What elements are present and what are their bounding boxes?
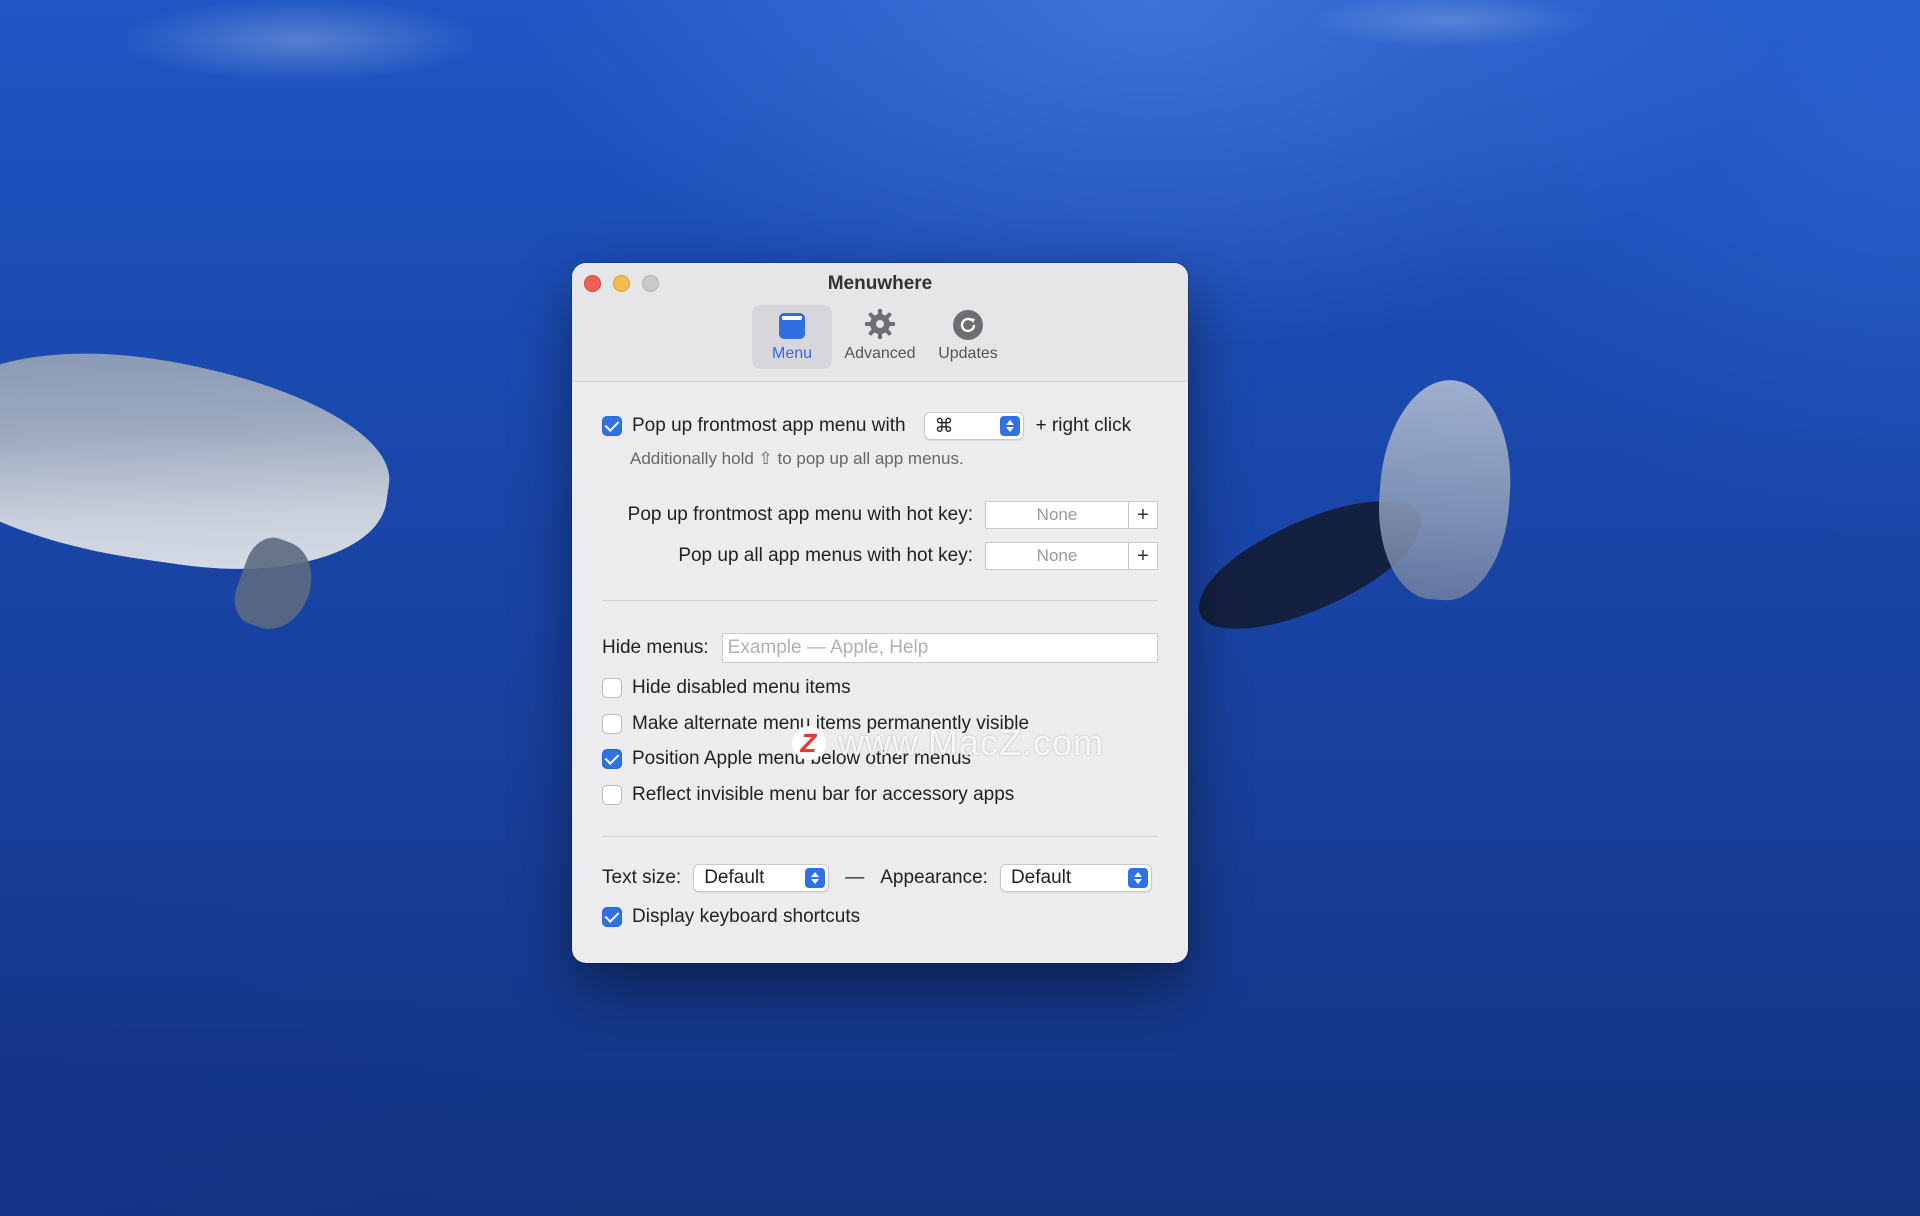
- tab-updates-label: Updates: [938, 345, 998, 362]
- divider: [602, 600, 1158, 601]
- option-label: Hide disabled menu items: [632, 677, 851, 698]
- modifier-value: ⌘: [934, 415, 954, 437]
- hotkey-all-value[interactable]: None: [986, 543, 1129, 569]
- hide-menus-row: Hide menus:: [602, 633, 1158, 663]
- tab-advanced[interactable]: Advanced: [840, 305, 920, 369]
- tab-menu-label: Menu: [771, 345, 813, 362]
- display-row: Text size: Default — Appearance: Default: [602, 864, 1158, 892]
- hotkey-all-field[interactable]: None +: [985, 542, 1158, 570]
- tab-updates[interactable]: Updates: [928, 305, 1008, 369]
- appearance-select[interactable]: Default: [999, 864, 1152, 892]
- hotkey-frontmost-value[interactable]: None: [986, 502, 1129, 528]
- select-arrows-icon: [1127, 868, 1148, 888]
- popup-row: Pop up frontmost app menu with ⌘ + right…: [602, 412, 1158, 440]
- text-size-value: Default: [704, 867, 765, 888]
- dolphin-right: [1372, 375, 1518, 605]
- hide-disabled-checkbox[interactable]: [602, 678, 622, 698]
- hotkey-all-row: Pop up all app menus with hot key: None …: [602, 542, 1158, 570]
- toolbar-tabs: Menu Advanced Updates: [572, 305, 1188, 369]
- water-surface: [0, 0, 1920, 300]
- preferences-window: Menuwhere Menu Advanced Updates Pop up f…: [572, 263, 1188, 963]
- window-title: Menuwhere: [827, 273, 933, 294]
- watermark-logo-icon: Z: [792, 726, 826, 760]
- tab-menu[interactable]: Menu: [752, 305, 832, 369]
- refresh-icon: [953, 310, 983, 340]
- watermark: Z www.MacZ.com: [792, 722, 1104, 764]
- titlebar: Menuwhere Menu Advanced Updates: [572, 263, 1188, 382]
- reflect-invisible-checkbox[interactable]: [602, 785, 622, 805]
- alternate-items-checkbox[interactable]: [602, 714, 622, 734]
- right-click-label: + right click: [1035, 415, 1132, 436]
- hotkey-all-label: Pop up all app menus with hot key:: [678, 545, 973, 566]
- modifier-select[interactable]: ⌘: [923, 412, 1024, 440]
- tab-advanced-label: Advanced: [844, 345, 916, 362]
- text-size-select[interactable]: Default: [693, 864, 830, 892]
- watermark-text: www.MacZ.com: [838, 722, 1105, 763]
- shift-hint: Additionally hold ⇧ to pop up all app me…: [630, 449, 964, 468]
- display-shortcuts-checkbox[interactable]: [602, 907, 622, 927]
- option-row: Reflect invisible menu bar for accessory…: [602, 784, 1158, 806]
- hide-menus-input[interactable]: [721, 633, 1158, 663]
- select-arrows-icon: [999, 416, 1020, 436]
- appearance-label: Appearance:: [880, 867, 988, 888]
- apple-menu-position-checkbox[interactable]: [602, 749, 622, 769]
- option-label: Reflect invisible menu bar for accessory…: [632, 784, 1015, 805]
- menu-window-icon: [779, 313, 805, 339]
- select-arrows-icon: [805, 868, 826, 888]
- shortcuts-row: Display keyboard shortcuts: [602, 906, 1158, 928]
- popup-label: Pop up frontmost app menu with: [632, 415, 906, 436]
- hotkey-frontmost-field[interactable]: None +: [985, 501, 1158, 529]
- hotkey-all-add-button[interactable]: +: [1129, 543, 1157, 569]
- popup-checkbox[interactable]: [602, 416, 622, 436]
- gear-icon: [865, 309, 895, 339]
- separator-dash: —: [845, 867, 865, 888]
- option-row: Hide disabled menu items: [602, 677, 1158, 699]
- display-shortcuts-label: Display keyboard shortcuts: [632, 906, 861, 927]
- hide-menus-label: Hide menus:: [602, 637, 709, 658]
- text-size-label: Text size:: [602, 867, 682, 888]
- hotkey-frontmost-add-button[interactable]: +: [1129, 502, 1157, 528]
- appearance-value: Default: [1010, 867, 1072, 888]
- hotkey-frontmost-row: Pop up frontmost app menu with hot key: …: [602, 501, 1158, 529]
- hotkey-frontmost-label: Pop up frontmost app menu with hot key:: [627, 504, 973, 525]
- dolphin-left: [0, 328, 402, 592]
- divider: [602, 836, 1158, 837]
